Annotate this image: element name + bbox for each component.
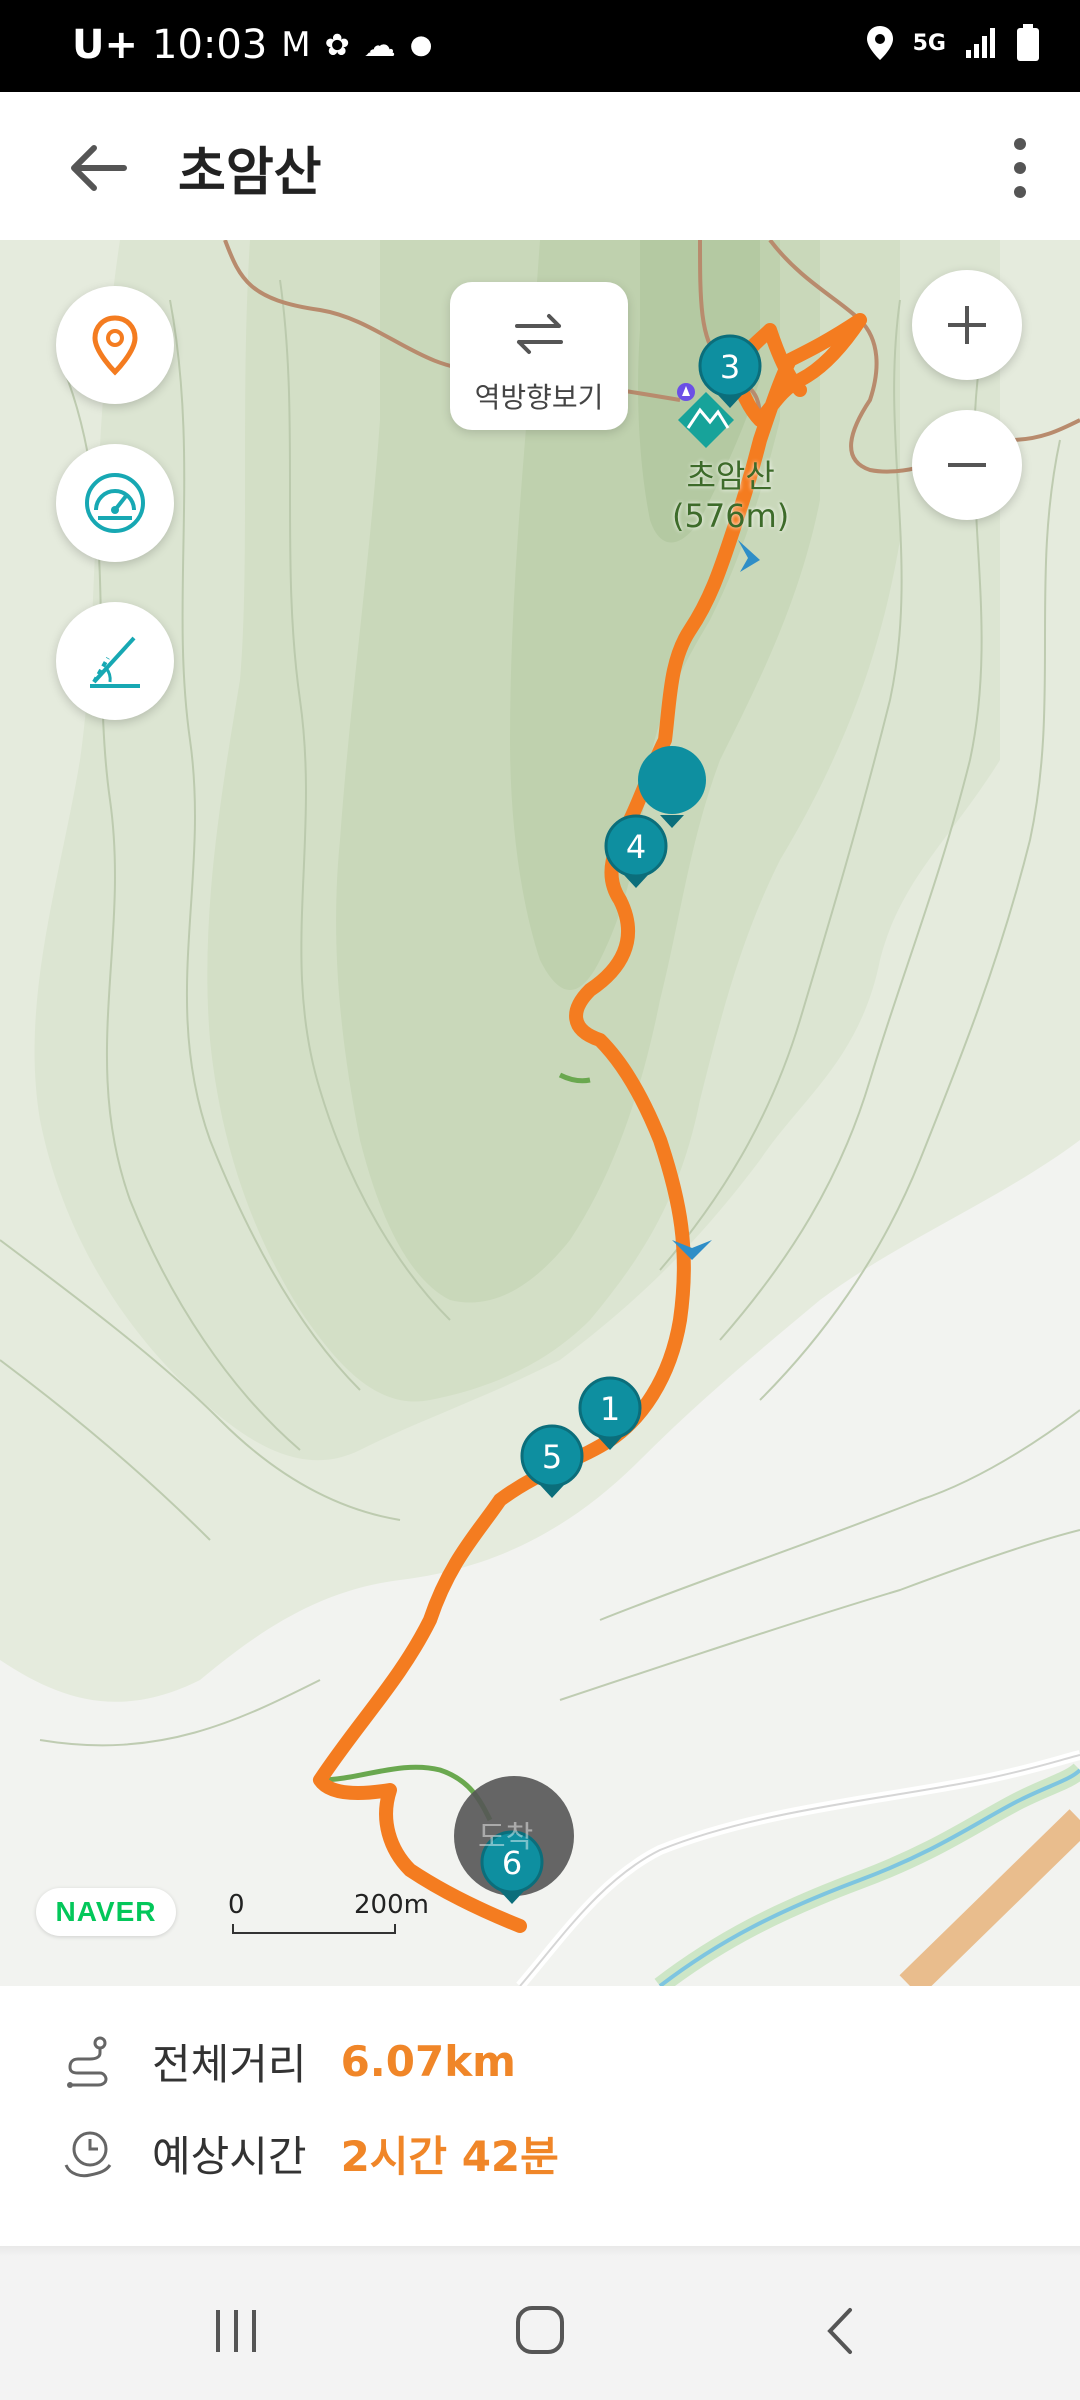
- time-value: 2시간 42분: [340, 2131, 559, 2181]
- end-label: 도착: [478, 1820, 534, 1855]
- more-vertical-icon: [1014, 138, 1026, 198]
- route-distance-icon: [67, 2036, 108, 2088]
- divider: [0, 2246, 1080, 2256]
- clock: 10:03: [152, 22, 268, 68]
- slope-button[interactable]: [56, 602, 174, 720]
- cloud-icon: ☁: [363, 26, 396, 64]
- home-button[interactable]: [500, 2296, 580, 2366]
- status-bar: U+ 10:03 M ✿ ☁ ● 5G: [0, 0, 1080, 92]
- network-type: 5G: [912, 30, 946, 56]
- svg-text:1: 1: [600, 1390, 620, 1428]
- peak-elevation: (576m): [672, 497, 790, 535]
- plus-icon: [948, 306, 986, 344]
- speedometer-icon: [85, 473, 145, 533]
- time-row: 예상시간 2시간 42분: [60, 2118, 559, 2188]
- peak-label: 초암산 (576m): [672, 456, 789, 536]
- page-title: 초암산: [178, 143, 322, 203]
- location-button[interactable]: [56, 286, 174, 404]
- minus-icon: [948, 463, 986, 467]
- battery-icon: [1017, 24, 1039, 61]
- distance-value: 6.07km: [340, 2036, 516, 2086]
- back-arrow-icon: [71, 145, 127, 191]
- scale-bar: [232, 1924, 396, 1934]
- slope-icon: [90, 636, 140, 688]
- zoom-out-button[interactable]: [912, 410, 1022, 520]
- swap-arrows-icon: [515, 314, 563, 354]
- reverse-direction-label: 역방향보기: [474, 381, 604, 414]
- signal-icon: [966, 28, 995, 58]
- distance-row: 전체거리 6.07km: [60, 2026, 516, 2096]
- recent-apps-button[interactable]: [196, 2296, 276, 2366]
- reverse-direction-button[interactable]: 역방향보기: [450, 282, 628, 430]
- home-icon: [516, 2306, 564, 2354]
- svg-text:4: 4: [626, 828, 646, 866]
- svg-text:3: 3: [720, 348, 740, 386]
- route-info-panel: 전체거리 6.07km 예상시간 2시간 42분: [0, 1986, 1080, 2256]
- system-back-button[interactable]: [802, 2296, 882, 2366]
- scale-start: 0: [228, 1890, 245, 1920]
- location-status-icon: [866, 26, 893, 60]
- naver-logo: NAVER: [36, 1888, 176, 1936]
- system-nav-bar: [0, 2256, 1080, 2400]
- back-button[interactable]: [60, 128, 140, 208]
- gmail-icon: M: [281, 25, 311, 65]
- svg-text:5: 5: [542, 1438, 562, 1476]
- zoom-in-button[interactable]: [912, 270, 1022, 380]
- chevron-left-icon: [827, 2308, 852, 2354]
- speed-button[interactable]: [56, 444, 174, 562]
- clock-icon: [64, 2131, 112, 2178]
- distance-label: 전체거리: [152, 2039, 307, 2089]
- recent-apps-icon: [216, 2310, 256, 2352]
- app-bar: 초암산: [0, 92, 1080, 240]
- peak-name: 초암산: [686, 457, 775, 495]
- map-view[interactable]: 3 4 1 5 6 도착 초암산 (576m) 역방향보기 NAVER 0 20…: [0, 240, 1080, 1986]
- dot-icon: ●: [409, 30, 433, 60]
- carrier-label: U+: [72, 22, 138, 68]
- map-scale: 0 200m: [228, 1890, 429, 1934]
- location-pin-icon: [92, 315, 138, 376]
- running-icon: ✿: [324, 27, 350, 63]
- more-button[interactable]: [990, 128, 1050, 208]
- time-label: 예상시간: [152, 2131, 307, 2181]
- scale-end: 200m: [354, 1890, 429, 1920]
